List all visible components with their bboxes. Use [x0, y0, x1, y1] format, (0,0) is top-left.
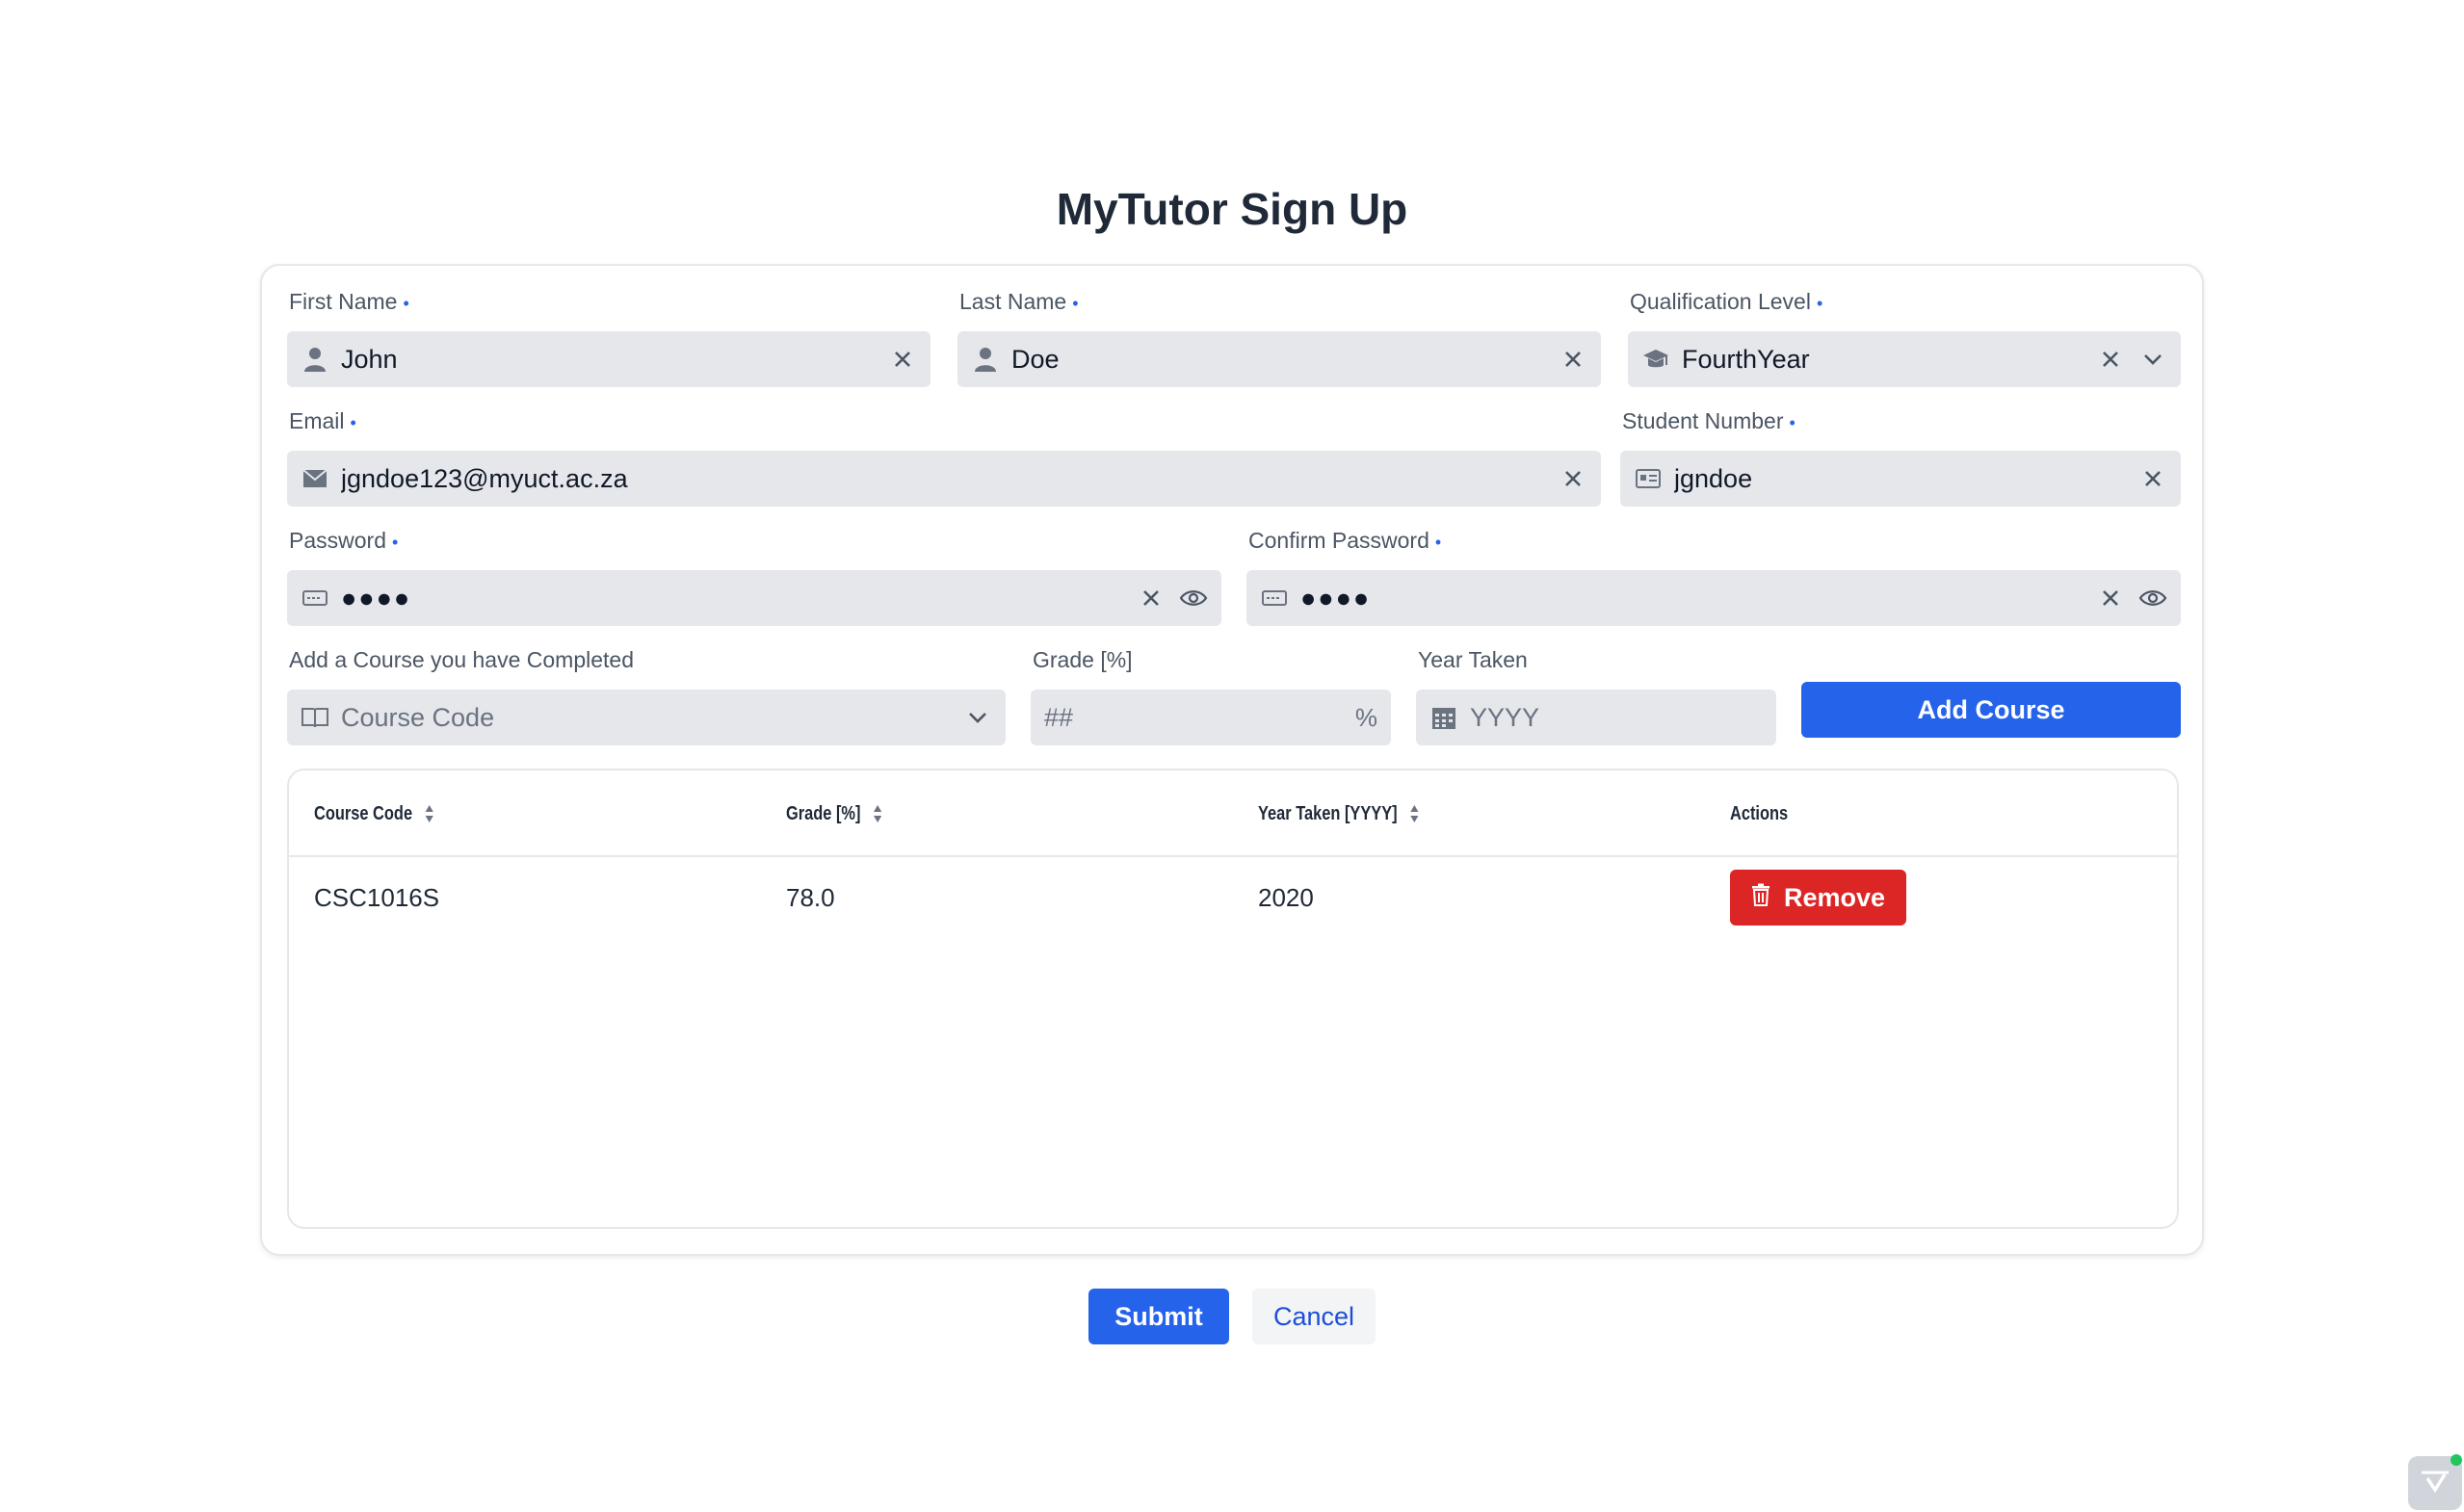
id-card-icon — [1634, 464, 1663, 493]
year-taken-placeholder: YYYY — [1470, 702, 1540, 732]
last-name-field: Last Name • Doe — [957, 285, 1601, 387]
course-code-label: Add a Course you have Completed — [289, 647, 634, 672]
password-field: Password • ●●●● — [287, 524, 1221, 626]
clear-icon[interactable] — [2096, 345, 2125, 374]
required-dot: • — [1789, 413, 1796, 432]
required-dot: • — [350, 413, 356, 432]
calendar-icon — [1429, 703, 1458, 732]
grade-input[interactable]: ## % — [1031, 690, 1391, 745]
grade-placeholder: ## — [1044, 702, 1074, 732]
email-input[interactable]: jgndoe123@myuct.ac.za — [287, 451, 1601, 507]
year-taken-input[interactable]: YYYY — [1416, 690, 1776, 745]
cell-course-code: CSC1016S — [314, 882, 440, 912]
graduation-cap-icon — [1641, 345, 1670, 374]
required-dot: • — [1816, 294, 1823, 313]
cell-year-taken: 2020 — [1258, 882, 1314, 912]
signup-form-card: First Name • John Last Name • Doe Qualific… — [260, 264, 2204, 1256]
remove-button-label: Remove — [1784, 882, 1886, 912]
trash-icon — [1751, 883, 1770, 913]
email-label: Email • — [289, 408, 356, 433]
required-dot: • — [403, 294, 409, 313]
clear-icon[interactable] — [1559, 464, 1587, 493]
required-dot: • — [1072, 294, 1079, 313]
student-number-field: Student Number • jgndoe — [1620, 404, 2181, 507]
table-row: CSC1016S 78.0 2020 Remove — [289, 857, 2177, 938]
cell-grade: 78.0 — [786, 882, 835, 912]
password-value: ●●●● — [341, 583, 412, 613]
first-name-value: John — [341, 344, 398, 374]
course-code-select[interactable]: Course Code — [287, 690, 1006, 745]
student-number-value: jgndoe — [1674, 463, 1753, 493]
eye-icon[interactable] — [2138, 584, 2167, 613]
course-code-field: Add a Course you have Completed Course C… — [287, 643, 1006, 745]
sort-icon[interactable] — [1410, 804, 1420, 823]
password-label: Password • — [289, 528, 399, 553]
chevron-down-icon[interactable] — [2138, 345, 2167, 374]
qualification-label: Qualification Level • — [1630, 289, 1823, 314]
year-taken-field: Year Taken YYYY — [1416, 643, 1776, 745]
clear-icon[interactable] — [1137, 584, 1166, 613]
clear-icon[interactable] — [1559, 345, 1587, 374]
email-field: Email • jgndoe123@myuct.ac.za — [287, 404, 1601, 507]
user-icon — [971, 345, 1000, 374]
student-number-input[interactable]: jgndoe — [1620, 451, 2181, 507]
student-number-label: Student Number • — [1622, 408, 1796, 433]
confirm-password-field: Confirm Password • ●●●● — [1246, 524, 2181, 626]
required-dot: • — [391, 533, 399, 552]
envelope-icon — [301, 464, 329, 493]
status-dot — [2451, 1454, 2462, 1466]
sort-icon[interactable] — [425, 804, 434, 823]
first-name-input[interactable]: John — [287, 331, 931, 387]
keyboard-icon — [1260, 584, 1289, 613]
eye-icon[interactable] — [1179, 584, 1208, 613]
chevron-down-icon[interactable] — [963, 703, 992, 732]
confirm-password-input[interactable]: ●●●● — [1246, 570, 2181, 626]
year-taken-label: Year Taken — [1418, 647, 1528, 672]
confirm-password-value: ●●●● — [1300, 583, 1372, 613]
clear-icon[interactable] — [2138, 464, 2167, 493]
cell-actions: Remove — [1730, 857, 1907, 938]
add-course-button[interactable]: Add Course — [1801, 682, 2181, 738]
book-icon — [301, 703, 329, 732]
grade-label: Grade [%] — [1033, 647, 1133, 672]
page-title: MyTutor Sign Up — [1056, 184, 1408, 234]
password-input[interactable]: ●●●● — [287, 570, 1221, 626]
remove-course-button[interactable]: Remove — [1730, 870, 1907, 925]
cancel-button[interactable]: Cancel — [1252, 1289, 1376, 1344]
first-name-label: First Name • — [289, 289, 409, 314]
last-name-label: Last Name • — [959, 289, 1079, 314]
table-header: Course Code Grade [%] Year Taken [YYYY] … — [289, 770, 2177, 857]
clear-icon[interactable] — [2096, 584, 2125, 613]
column-header-grade[interactable]: Grade [%] — [786, 770, 882, 857]
courses-table: Course Code Grade [%] Year Taken [YYYY] … — [287, 769, 2179, 1229]
checkmark-icon — [2419, 1467, 2451, 1500]
clear-icon[interactable] — [888, 345, 917, 374]
column-header-year-taken[interactable]: Year Taken [YYYY] — [1258, 770, 1420, 857]
last-name-input[interactable]: Doe — [957, 331, 1601, 387]
qualification-field: Qualification Level • FourthYear — [1628, 285, 2181, 387]
qualification-value: FourthYear — [1682, 344, 1810, 374]
column-header-course-code[interactable]: Course Code — [314, 770, 434, 857]
grade-field: Grade [%] ## % — [1031, 643, 1391, 745]
user-icon — [301, 345, 329, 374]
sort-icon[interactable] — [874, 804, 883, 823]
chat-widget-button[interactable] — [2408, 1454, 2462, 1510]
confirm-password-label: Confirm Password • — [1248, 528, 1442, 553]
column-header-actions: Actions — [1730, 802, 1789, 824]
submit-button[interactable]: Submit — [1088, 1289, 1229, 1344]
keyboard-icon — [301, 584, 329, 613]
course-code-placeholder: Course Code — [341, 702, 495, 732]
first-name-field: First Name • John — [287, 285, 931, 387]
last-name-value: Doe — [1011, 344, 1060, 374]
percent-suffix: % — [1354, 702, 1377, 732]
email-value: jgndoe123@myuct.ac.za — [341, 463, 628, 493]
required-dot: • — [1434, 533, 1442, 552]
qualification-select[interactable]: FourthYear — [1628, 331, 2181, 387]
